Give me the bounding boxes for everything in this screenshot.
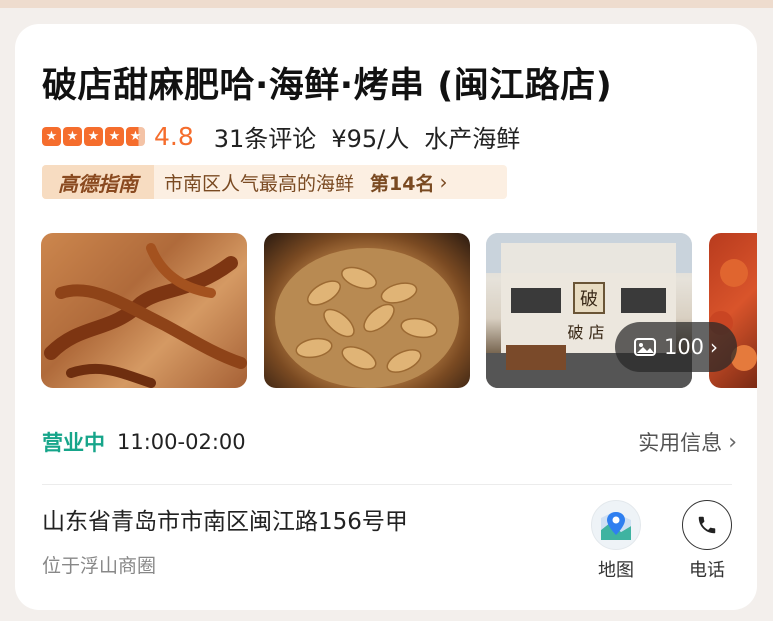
map-icon [591, 500, 641, 550]
shop-category: 水产海鲜 [424, 124, 521, 153]
ranking-text: 市南区人气最高的海鲜 [164, 172, 355, 195]
photo-fried-chicken-feet[interactable] [41, 233, 247, 388]
photo-count: 100 [663, 335, 705, 359]
image-icon [633, 338, 656, 356]
rating-stars: ★ ★ ★ ★ ★ [42, 126, 145, 146]
phone-label: 电话 [689, 560, 725, 581]
chevron-right-icon: › [710, 335, 719, 359]
price-per-person: ¥95/人 [331, 124, 410, 153]
phone-handset-icon [698, 516, 716, 534]
photo-boiled-peanuts[interactable] [264, 233, 470, 388]
star-icon: ★ [84, 126, 103, 146]
opening-hours: 11:00-02:00 [117, 430, 246, 454]
ranking-badge[interactable]: 高德指南 市南区人气最高的海鲜 第14名 › [42, 165, 507, 199]
star-icon: ★ [63, 126, 82, 146]
store-sign-char: 破 [580, 289, 598, 310]
phone-button[interactable]: 电话 [677, 500, 737, 582]
chicken-feet-illustration [41, 233, 247, 388]
half-star-icon: ★ [126, 126, 145, 146]
store-sign-text: 破 店 [567, 323, 604, 342]
review-count[interactable]: 31条评论 [214, 119, 317, 154]
practical-info-label: 实用信息 [638, 431, 723, 455]
star-icon: ★ [42, 126, 61, 146]
chevron-right-icon: › [439, 170, 448, 194]
divider [42, 484, 732, 485]
shop-title: 破店甜麻肥哈·海鲜·烤串 (闽江路店) [42, 66, 613, 106]
star-icon: ★ [105, 126, 124, 146]
chevron-right-icon: › [728, 429, 737, 455]
open-status: 营业中 [42, 431, 105, 455]
shop-meta: ★ ★ ★ ★ ★ 4.8 31条评论 ¥95/人 水产海鲜 [42, 119, 535, 154]
map-pin-icon [601, 512, 631, 540]
peanuts-illustration [275, 248, 459, 388]
map-button[interactable]: 地图 [586, 500, 646, 582]
map-label: 地图 [598, 560, 634, 581]
phone-icon [682, 500, 732, 550]
photo-count-button[interactable]: 100 › [615, 322, 737, 372]
amap-guide-logo: 高德指南 [42, 165, 154, 199]
ranking-position: 第14名 [370, 172, 435, 195]
business-hours-row: 营业中 11:00-02:00 实用信息 › [42, 426, 737, 458]
shop-card: 破店甜麻肥哈·海鲜·烤串 (闽江路店) ★ ★ ★ ★ ★ 4.8 31条评论 … [15, 24, 757, 610]
shop-address[interactable]: 山东省青岛市市南区闽江路156号甲 [42, 502, 408, 536]
top-strip [0, 0, 773, 8]
rating-score: 4.8 [154, 121, 194, 151]
business-area: 位于浮山商圈 [42, 555, 157, 577]
practical-info-link[interactable]: 实用信息 › [638, 427, 737, 457]
